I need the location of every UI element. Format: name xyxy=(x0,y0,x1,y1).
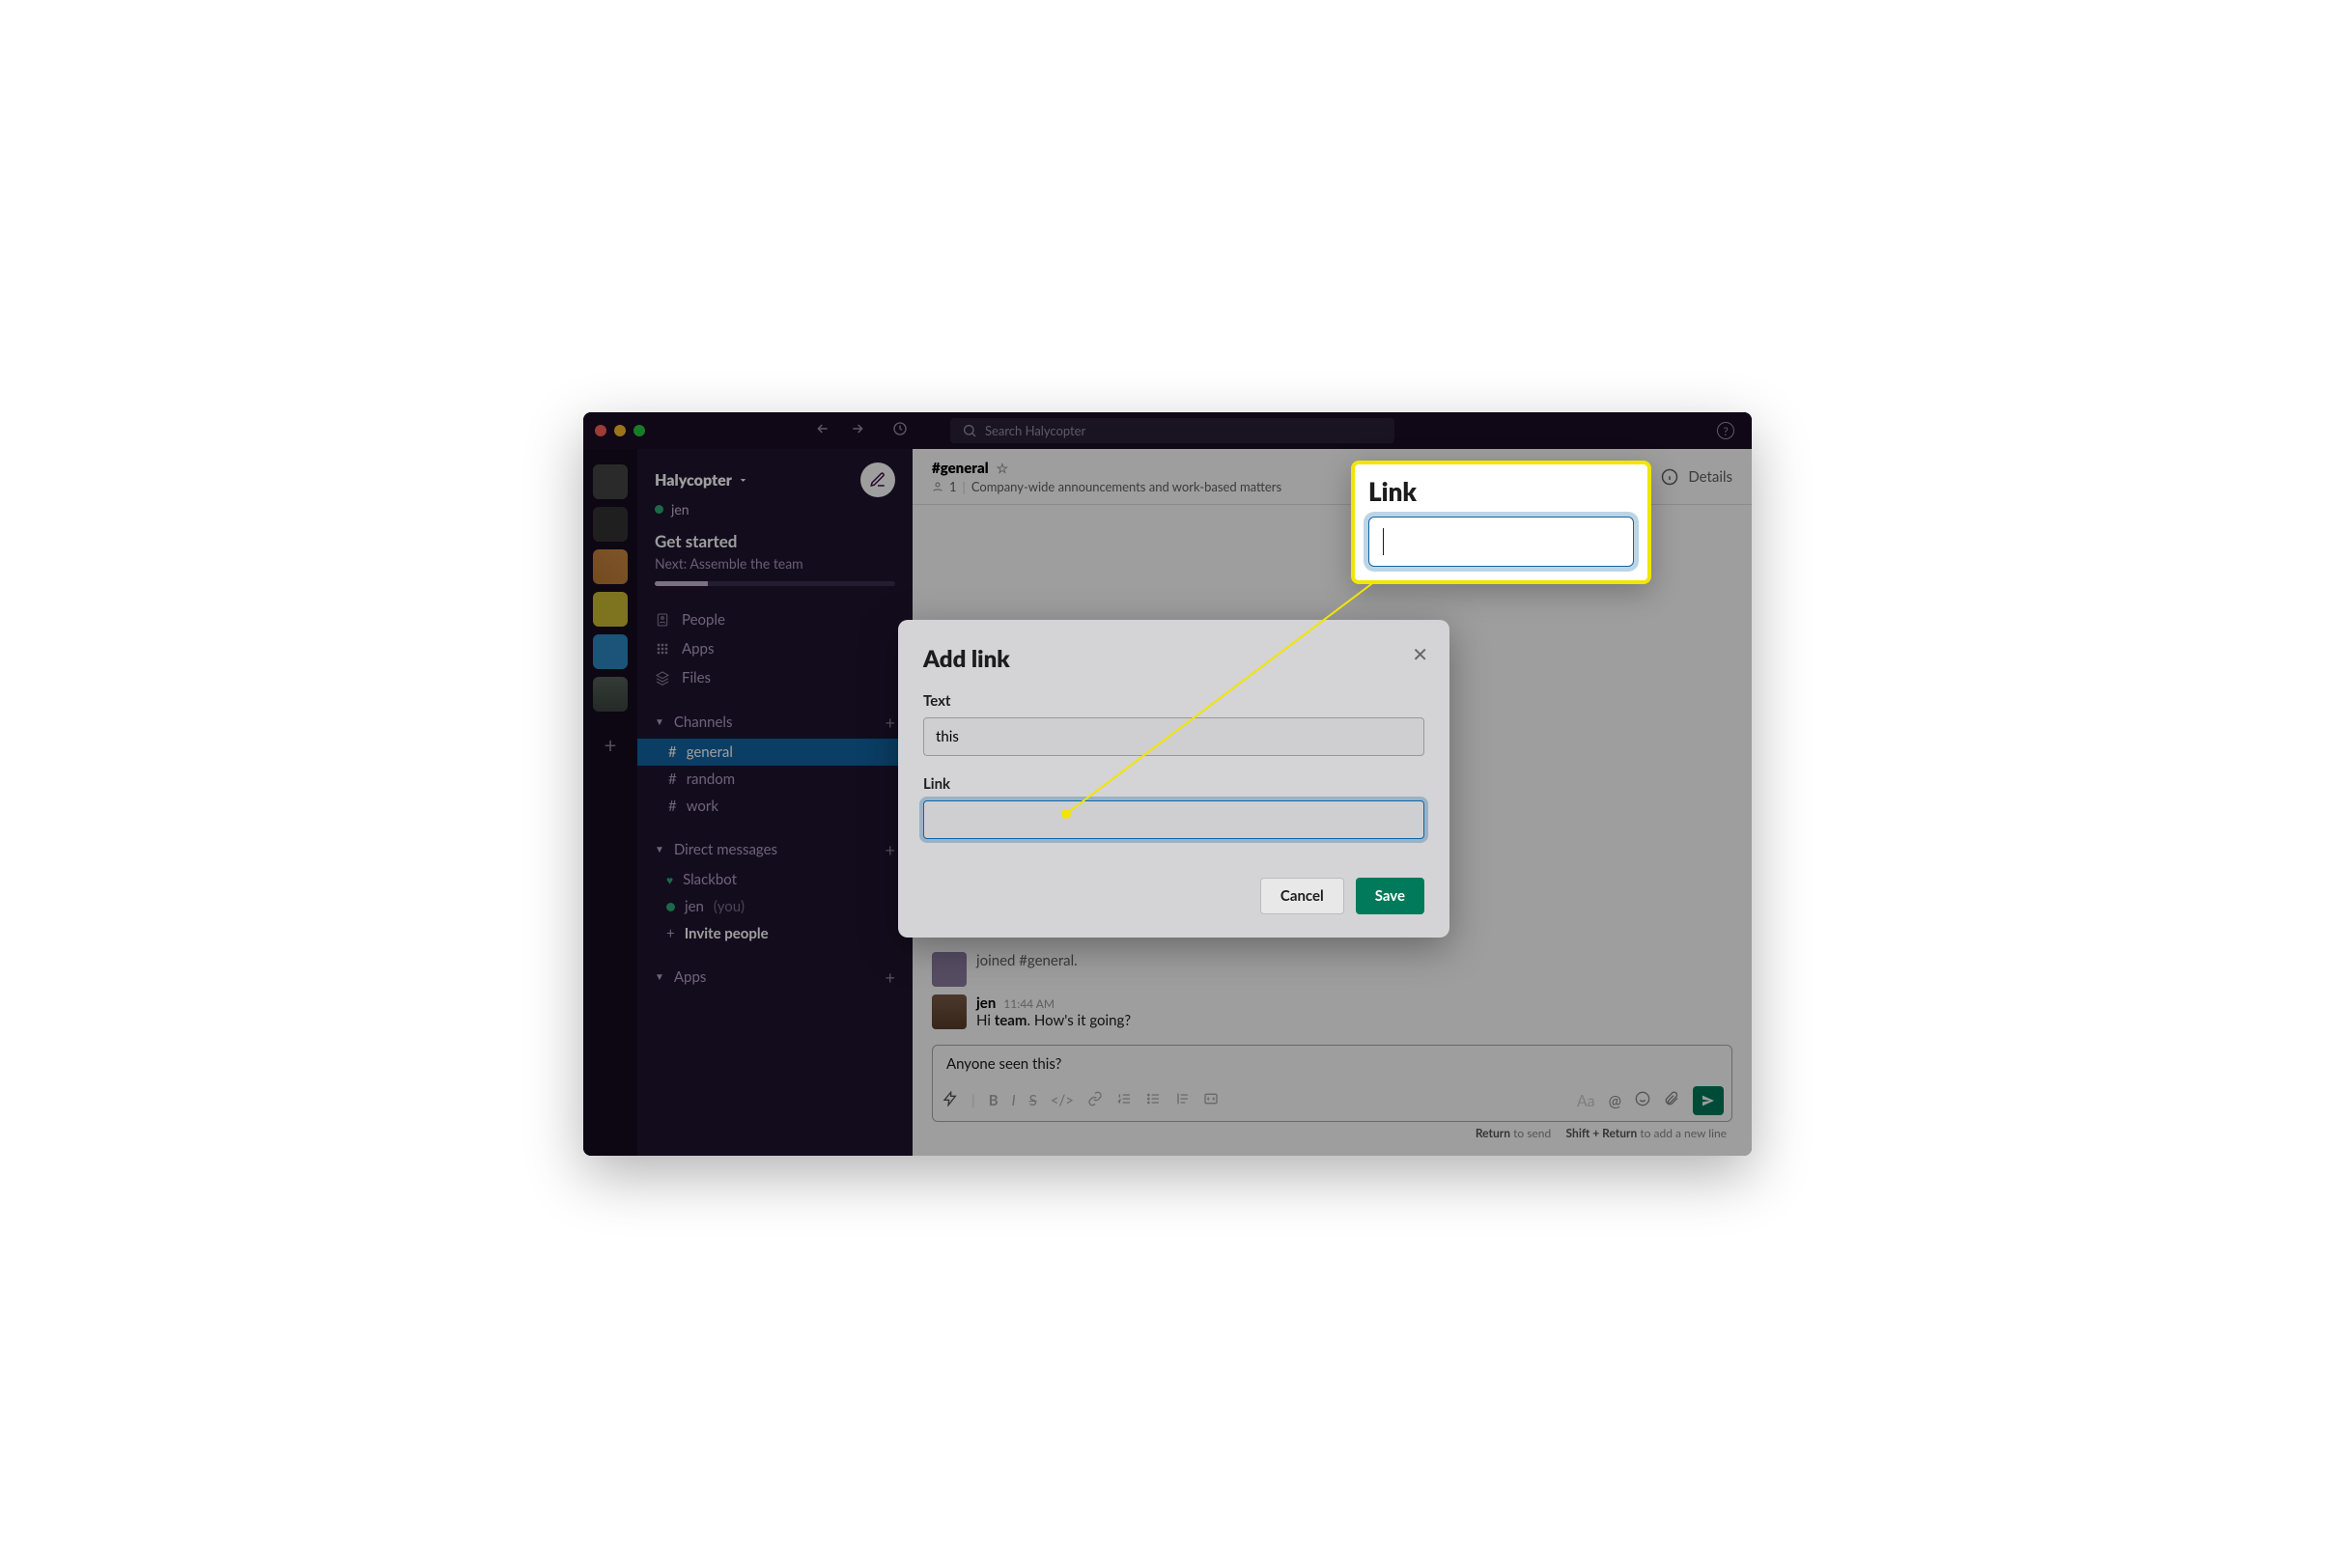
app-window: Search Halycopter ? + Halycopter xyxy=(583,412,1752,1156)
close-icon[interactable]: ✕ xyxy=(1412,643,1428,666)
text-input[interactable] xyxy=(923,717,1424,756)
link-input[interactable] xyxy=(923,800,1424,839)
link-label: Link xyxy=(923,775,1424,793)
callout-title: Link xyxy=(1368,476,1634,507)
modal-title: Add link xyxy=(923,645,1424,673)
callout-popup: Link xyxy=(1351,461,1651,584)
callout-link-input[interactable] xyxy=(1368,517,1634,567)
text-label: Text xyxy=(923,692,1424,710)
cancel-button[interactable]: Cancel xyxy=(1260,878,1344,914)
add-link-modal: Add link ✕ Text Link Cancel Save xyxy=(898,620,1449,938)
text-cursor xyxy=(1383,528,1384,555)
save-button[interactable]: Save xyxy=(1356,878,1424,914)
